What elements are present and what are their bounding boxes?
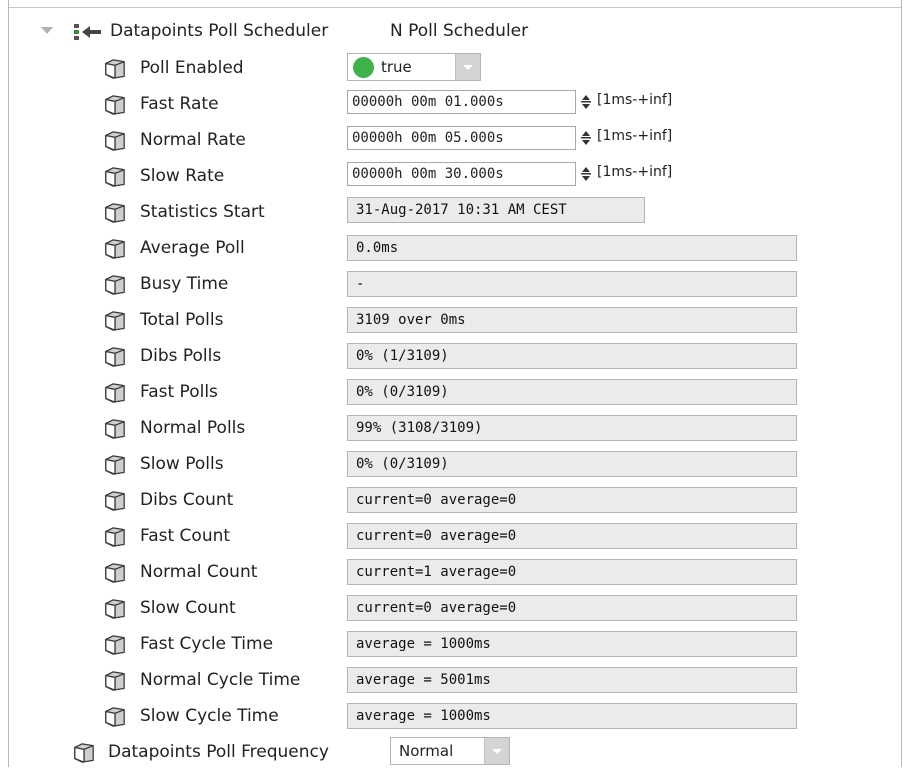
chevron-down-icon[interactable] <box>484 738 509 764</box>
total-polls-value: 3109 over 0ms <box>347 307 797 333</box>
property-slot-icon <box>105 131 125 151</box>
fast-polls-value: 0% (0/3109) <box>347 379 797 405</box>
property-slot-icon <box>105 563 125 583</box>
slow-cycle-time-value: average = 1000ms <box>347 703 797 729</box>
component-link-icon <box>74 24 101 40</box>
property-label: Slow Rate <box>140 166 225 186</box>
chevron-down-icon[interactable] <box>455 54 480 80</box>
normal-count-value: current=1 average=0 <box>347 559 797 585</box>
property-row-fast-polls: Fast Polls 0% (0/3109) <box>0 374 902 410</box>
property-slot-icon <box>105 419 125 439</box>
property-label: Datapoints Poll Frequency <box>108 742 329 762</box>
busy-time-value: - <box>347 271 797 297</box>
dibs-count-value: current=0 average=0 <box>347 487 797 513</box>
top-frame-border <box>9 0 906 8</box>
average-poll-value: 0.0ms <box>347 235 797 261</box>
property-row-poll-enabled: Poll Enabled true <box>0 50 902 86</box>
property-label: Fast Cycle Time <box>140 634 274 654</box>
scheduler-header-row[interactable]: Datapoints Poll Scheduler N Poll Schedul… <box>0 14 902 50</box>
poll-enabled-dropdown[interactable]: true <box>347 53 481 81</box>
property-label: Slow Polls <box>140 454 224 474</box>
range-text: [1ms-+inf] <box>597 128 673 144</box>
property-row-fast-rate: Fast Rate 00000h 00m 01.000s [1ms-+inf] <box>0 86 902 122</box>
property-label: Fast Polls <box>140 382 218 402</box>
property-row-slow-rate: Slow Rate 00000h 00m 30.000s [1ms-+inf] <box>0 158 902 194</box>
property-slot-icon <box>105 455 125 475</box>
normal-rate-input[interactable]: 00000h 00m 05.000s <box>347 126 576 150</box>
property-label: Fast Rate <box>140 94 219 114</box>
property-label: Normal Cycle Time <box>140 670 301 690</box>
property-row-dibs-polls: Dibs Polls 0% (1/3109) <box>0 338 902 374</box>
property-row-slow-count: Slow Count current=0 average=0 <box>0 590 902 626</box>
property-row-normal-rate: Normal Rate 00000h 00m 05.000s [1ms-+inf… <box>0 122 902 158</box>
property-slot-icon <box>105 167 125 187</box>
property-label: Slow Cycle Time <box>140 706 279 726</box>
property-row-normal-count: Normal Count current=1 average=0 <box>0 554 902 590</box>
property-label: Normal Polls <box>140 418 246 438</box>
poll-enabled-value: true <box>381 58 412 76</box>
status-dot-icon <box>353 57 374 78</box>
property-slot-icon <box>105 491 125 511</box>
property-label: Normal Rate <box>140 130 246 150</box>
property-row-fast-cycle-time: Fast Cycle Time average = 1000ms <box>0 626 902 662</box>
property-slot-icon <box>105 59 125 79</box>
property-row-poll-frequency: Datapoints Poll Frequency Normal <box>0 734 902 770</box>
slow-polls-value: 0% (0/3109) <box>347 451 797 477</box>
property-label: Poll Enabled <box>140 58 244 78</box>
property-slot-icon <box>105 311 125 331</box>
property-slot-icon <box>105 527 125 547</box>
slow-count-value: current=0 average=0 <box>347 595 797 621</box>
normal-cycle-time-value: average = 5001ms <box>347 667 797 693</box>
property-slot-icon <box>105 635 125 655</box>
collapse-arrow-icon[interactable] <box>41 27 53 34</box>
scheduler-title: Datapoints Poll Scheduler <box>110 21 329 41</box>
property-slot-icon <box>105 383 125 403</box>
property-row-slow-cycle-time: Slow Cycle Time average = 1000ms <box>0 698 902 734</box>
property-label: Dibs Polls <box>140 346 222 366</box>
scheduler-type: N Poll Scheduler <box>390 21 529 41</box>
property-label: Total Polls <box>140 310 224 330</box>
property-row-dibs-count: Dibs Count current=0 average=0 <box>0 482 902 518</box>
property-label: Average Poll <box>140 238 245 258</box>
range-text: [1ms-+inf] <box>597 92 673 108</box>
property-slot-icon <box>105 671 125 691</box>
property-slot-icon <box>105 239 125 259</box>
property-row-normal-cycle-time: Normal Cycle Time average = 5001ms <box>0 662 902 698</box>
property-slot-icon <box>105 599 125 619</box>
property-row-total-polls: Total Polls 3109 over 0ms <box>0 302 902 338</box>
statistics-start-value: 31-Aug-2017 10:31 AM CEST <box>347 197 645 223</box>
property-slot-icon <box>105 275 125 295</box>
spinner-icon[interactable] <box>581 128 591 148</box>
property-slot-icon <box>105 95 125 115</box>
property-row-fast-count: Fast Count current=0 average=0 <box>0 518 902 554</box>
dibs-polls-value: 0% (1/3109) <box>347 343 797 369</box>
fast-count-value: current=0 average=0 <box>347 523 797 549</box>
poll-frequency-dropdown[interactable]: Normal <box>390 737 510 765</box>
property-row-busy-time: Busy Time - <box>0 266 902 302</box>
property-slot-icon <box>105 707 125 727</box>
property-label: Dibs Count <box>140 490 234 510</box>
fast-rate-input[interactable]: 00000h 00m 01.000s <box>347 90 576 114</box>
spinner-icon[interactable] <box>581 92 591 112</box>
spinner-icon[interactable] <box>581 164 591 184</box>
property-label: Busy Time <box>140 274 229 294</box>
normal-polls-value: 99% (3108/3109) <box>347 415 797 441</box>
property-row-average-poll: Average Poll 0.0ms <box>0 230 902 266</box>
property-label: Slow Count <box>140 598 236 618</box>
poll-frequency-value: Normal <box>399 742 454 760</box>
range-text: [1ms-+inf] <box>597 164 673 180</box>
property-label: Statistics Start <box>140 202 265 222</box>
property-row-statistics-start: Statistics Start 31-Aug-2017 10:31 AM CE… <box>0 194 902 230</box>
property-slot-icon <box>74 743 94 763</box>
property-label: Normal Count <box>140 562 258 582</box>
property-row-slow-polls: Slow Polls 0% (0/3109) <box>0 446 902 482</box>
fast-cycle-time-value: average = 1000ms <box>347 631 797 657</box>
property-row-normal-polls: Normal Polls 99% (3108/3109) <box>0 410 902 446</box>
property-label: Fast Count <box>140 526 231 546</box>
slow-rate-input[interactable]: 00000h 00m 30.000s <box>347 162 576 186</box>
property-slot-icon <box>105 347 125 367</box>
property-slot-icon <box>105 203 125 223</box>
